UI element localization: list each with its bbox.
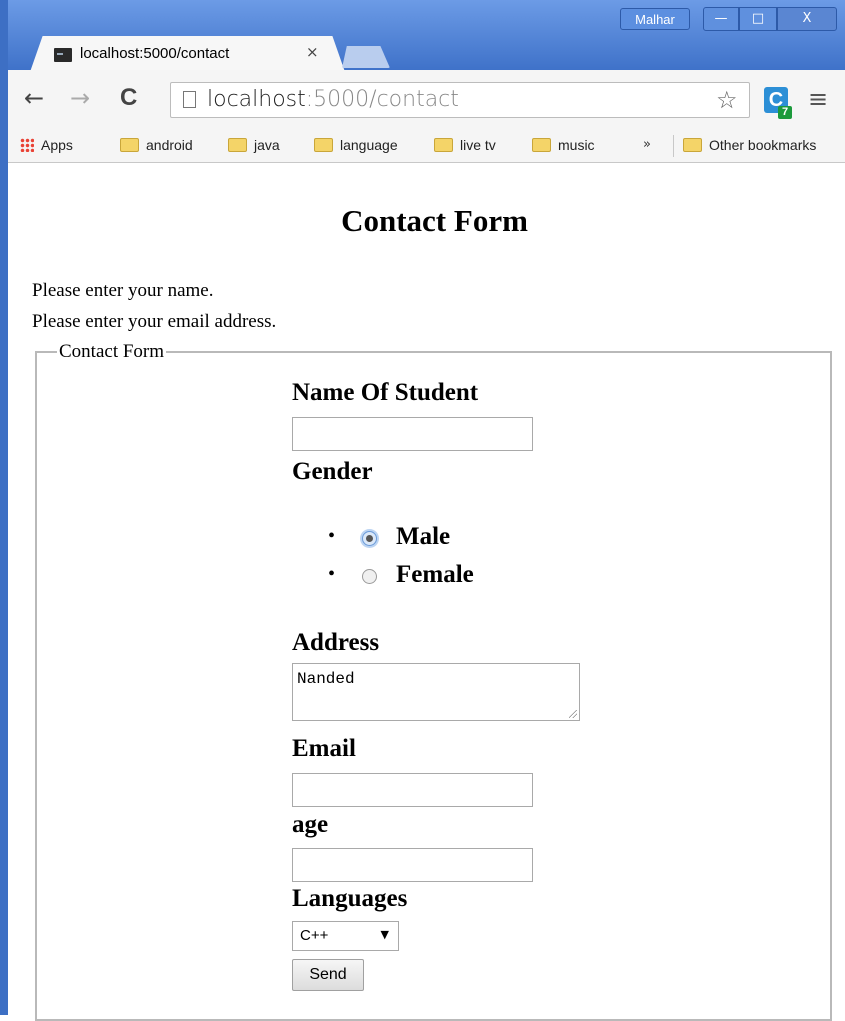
validation-message-email: Please enter your email address. [32,311,277,332]
address-value: Nanded [297,670,355,688]
bookmark-java[interactable]: java [228,137,280,153]
url-text[interactable]: localhost:5000/contact [207,87,459,112]
profile-button[interactable]: Malhar [620,8,690,30]
folder-icon [120,138,139,152]
folder-icon [228,138,247,152]
male-radio[interactable] [362,531,377,546]
terminal-favicon-icon [54,48,72,62]
page-content: Contact Form Please enter your name. Ple… [8,163,845,1021]
address-bar[interactable]: localhost:5000/contact ☆ [170,82,750,118]
language-selected: C++ [300,927,329,944]
fieldset-legend: Contact Form [57,341,167,363]
age-label: age [292,811,329,838]
validation-message-name: Please enter your name. [32,280,214,301]
address-label: Address [292,629,380,656]
female-label: Female [396,561,474,588]
gender-label: Gender [292,458,373,485]
female-radio[interactable] [362,569,377,584]
list-bullet: • [328,525,336,547]
tab-title: localhost:5000/contact [80,45,230,62]
send-button[interactable]: Send [292,959,364,991]
extension-badge: 7 [778,106,792,119]
languages-label: Languages [292,885,408,912]
close-button[interactable]: X [777,7,837,31]
bookmark-live-tv[interactable]: live tv [434,137,496,153]
contact-fieldset: Contact Form Name Of Student Gender • Ma… [35,341,832,1021]
page-title: Contact Form [341,203,528,238]
maximize-button[interactable]: □ [739,7,777,31]
menu-icon[interactable]: ≡ [808,85,828,113]
browser-tab[interactable]: localhost:5000/contact × [30,36,345,72]
bookmark-android[interactable]: android [120,137,193,153]
tab-close-icon[interactable]: × [306,43,319,61]
page-icon [183,91,196,108]
bookmark-apps[interactable]: Apps [20,137,73,153]
minimize-button[interactable]: — [703,7,739,31]
age-input[interactable] [292,848,533,882]
bookmark-language[interactable]: language [314,137,398,153]
forward-arrow-icon[interactable]: → [70,84,90,112]
folder-icon [532,138,551,152]
folder-icon [434,138,453,152]
male-label: Male [396,523,451,550]
address-textarea[interactable]: Nanded [292,663,580,721]
more-bookmarks-icon[interactable]: » [643,137,651,152]
window-frame [0,0,8,1015]
name-label: Name Of Student [292,379,479,406]
dropdown-arrow-icon: ▼ [380,928,389,941]
bookmarks-bar: Apps android java language live tv music… [8,130,845,162]
back-arrow-icon[interactable]: ← [24,84,44,112]
list-bullet: • [328,563,336,585]
folder-icon [314,138,333,152]
browser-toolbar: ← → C localhost:5000/contact ☆ C 7 ≡ [8,72,845,130]
bookmark-other[interactable]: Other bookmarks [683,137,816,153]
language-select[interactable]: C++ ▼ [292,921,399,951]
email-label: Email [292,735,356,762]
name-input[interactable] [292,417,533,451]
email-input[interactable] [292,773,533,807]
folder-icon [683,138,702,152]
bookmarks-divider [673,135,674,157]
apps-grid-icon [20,138,34,152]
bookmark-star-icon[interactable]: ☆ [716,86,738,114]
bookmark-music[interactable]: music [532,137,595,153]
reload-icon[interactable]: C [120,84,137,112]
resize-grip-icon[interactable] [569,710,577,718]
